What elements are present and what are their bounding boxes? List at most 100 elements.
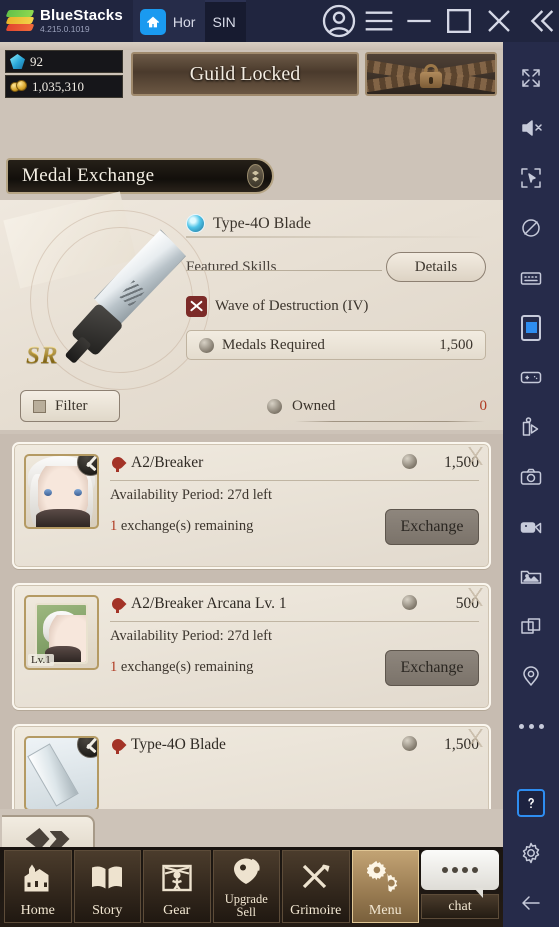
home-icon xyxy=(139,9,166,35)
crossed-swords-icon xyxy=(186,296,207,317)
medal-icon xyxy=(402,595,417,610)
nav-upgrade-label1: Upgrade xyxy=(224,892,268,906)
eye-off-icon[interactable] xyxy=(503,203,559,252)
gamepad-icon[interactable] xyxy=(503,353,559,402)
nav-story[interactable]: Story xyxy=(73,850,141,923)
nav-gear-label: Gear xyxy=(163,903,191,918)
item-remaining-text: exchange(s) remaining xyxy=(120,518,254,535)
menu-icon[interactable] xyxy=(359,0,399,42)
list-item[interactable]: Type-4O Blade 1,500 xyxy=(12,724,491,809)
item-name: Type-4O Blade xyxy=(131,736,226,753)
list-item-header: Type-4O Blade 1,500 xyxy=(110,736,479,755)
owned-label: Owned xyxy=(292,397,336,414)
filter-icon xyxy=(33,399,46,413)
item-type-icon xyxy=(110,739,125,754)
multi-instance-icon[interactable] xyxy=(503,602,559,651)
screenshot-icon[interactable] xyxy=(503,453,559,502)
list-item[interactable]: A2/Breaker 1,500 Availability Period: 27… xyxy=(12,442,491,569)
nav-menu[interactable]: Menu xyxy=(351,850,419,923)
nav-upgrade-sell[interactable]: Upgrade Sell xyxy=(212,850,280,923)
gold-value: 1,035,310 xyxy=(32,78,84,94)
item-thumbnail xyxy=(24,454,99,529)
tab-home-label: Hor xyxy=(172,14,196,30)
keyboard-icon[interactable] xyxy=(503,253,559,302)
exchange-list[interactable]: A2/Breaker 1,500 Availability Period: 27… xyxy=(0,434,503,809)
settings-gear-icon[interactable] xyxy=(503,828,559,877)
item-remaining-text: exchange(s) remaining xyxy=(120,659,254,676)
item-thumbnail xyxy=(24,736,99,809)
medals-required-row: Medals Required 1,500 xyxy=(186,330,486,360)
owned-value: 0 xyxy=(479,397,488,414)
nav-chat-strip: chat xyxy=(421,894,499,919)
maximize-icon[interactable] xyxy=(439,0,479,42)
macro-play-icon[interactable] xyxy=(503,403,559,452)
list-item-body: A2/Breaker 1,500 Availability Period: 27… xyxy=(110,454,479,557)
help-icon[interactable] xyxy=(503,779,559,828)
list-item-header: A2/Breaker 1,500 xyxy=(110,454,479,473)
item-price: 500 xyxy=(455,595,479,612)
gem-value: 92 xyxy=(30,53,43,69)
exchange-button[interactable]: Exchange xyxy=(385,508,479,545)
fullscreen-icon[interactable] xyxy=(503,54,559,103)
filter-owned-bar: Filter Owned 0 xyxy=(0,380,503,432)
medals-required-value: 1,500 xyxy=(439,336,473,353)
tab-home[interactable]: Hor xyxy=(132,0,206,42)
item-remaining-count: 1 xyxy=(110,659,118,676)
featured-skills-row: Featured Skills Details xyxy=(186,252,486,282)
mute-icon[interactable] xyxy=(503,104,559,153)
owned-medals: Owned 0 xyxy=(267,397,488,422)
featured-skills-label: Featured Skills xyxy=(186,258,277,275)
upgrade-icon xyxy=(228,851,264,893)
weapon-type-icon xyxy=(77,738,97,758)
list-item[interactable]: Lv.1 A2/Breaker Arcana Lv. 1 500 Availab… xyxy=(12,583,491,710)
chat-bubble-icon xyxy=(421,850,499,899)
gem-counter[interactable]: 92 xyxy=(5,50,123,73)
gem-icon xyxy=(10,54,25,69)
resource-header: 92 1,035,310 Guild Locked xyxy=(0,48,503,100)
featured-skill-name: Wave of Destruction (IV) xyxy=(215,298,369,314)
app-root: BlueStacks 4.215.0.1019 Hor SIN 92 1,035… xyxy=(0,0,559,927)
tab-game[interactable]: SIN xyxy=(0,0,503,927)
tab-strip: Hor SIN xyxy=(0,0,503,927)
bluestacks-stack-icon xyxy=(5,10,35,32)
featured-skill-entry: Wave of Destruction (IV) xyxy=(186,296,486,317)
minimize-icon[interactable] xyxy=(399,0,439,42)
more-options-icon[interactable] xyxy=(503,702,559,751)
back-arrow-icon[interactable] xyxy=(503,878,559,927)
nav-home[interactable]: Home xyxy=(4,850,72,923)
app-version: 4.215.0.1019 xyxy=(40,24,90,35)
medals-required-label: Medals Required xyxy=(222,336,325,353)
exchange-button[interactable]: Exchange xyxy=(385,649,479,686)
nav-grimoire[interactable]: Grimoire xyxy=(282,850,350,923)
media-gallery-icon[interactable] xyxy=(503,552,559,601)
nav-menu-label: Menu xyxy=(368,903,402,918)
guild-locked-banner[interactable]: Guild Locked xyxy=(131,52,359,96)
bluestacks-logo: BlueStacks 4.215.0.1019 xyxy=(0,0,123,42)
list-item-footer: 1 exchange(s) remaining Exchange xyxy=(110,649,479,686)
account-icon[interactable] xyxy=(319,0,359,42)
filter-label: Filter xyxy=(55,397,88,414)
game-viewport: 92 1,035,310 Guild Locked Medal Exchange xyxy=(0,42,503,927)
filter-button[interactable]: Filter xyxy=(20,390,120,422)
item-name: A2/Breaker xyxy=(131,454,204,471)
nav-gear[interactable]: Gear xyxy=(143,850,211,923)
page-title: Medal Exchange xyxy=(6,158,274,194)
record-video-icon[interactable] xyxy=(503,502,559,551)
gold-counter[interactable]: 1,035,310 xyxy=(5,75,123,98)
close-icon[interactable] xyxy=(479,0,519,42)
nav-chat[interactable]: chat xyxy=(421,850,499,923)
medal-icon xyxy=(199,337,214,353)
device-rotate-icon[interactable] xyxy=(503,303,559,352)
guild-lock-graphic xyxy=(365,52,497,96)
padlock-icon xyxy=(420,64,442,88)
item-type-icon xyxy=(110,457,125,472)
nav-home-label: Home xyxy=(20,903,55,918)
divider xyxy=(186,270,382,271)
cursor-capture-icon[interactable] xyxy=(503,154,559,203)
book-icon xyxy=(89,851,125,904)
divider xyxy=(295,420,485,422)
collapse-icon[interactable] xyxy=(519,0,559,42)
location-pin-icon[interactable] xyxy=(503,652,559,701)
nav-story-label: Story xyxy=(92,903,123,918)
details-button[interactable]: Details xyxy=(386,252,486,282)
